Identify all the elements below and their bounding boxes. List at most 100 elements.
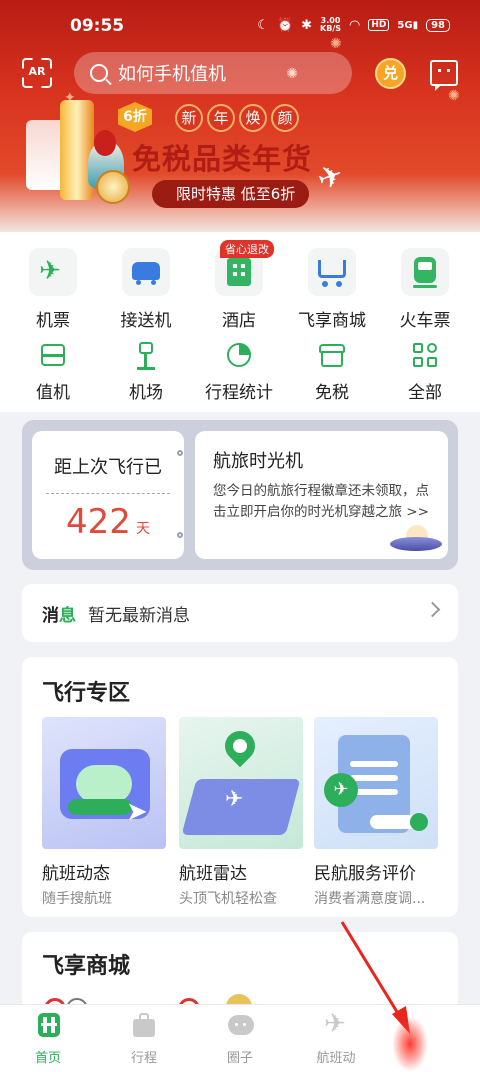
hd-indicator: HD xyxy=(368,19,390,31)
hotel-badge: 省心退改 xyxy=(220,240,274,258)
days-since-flight: 距上次飞行已 422 天 xyxy=(32,431,184,559)
network-speed-unit: KB/S xyxy=(320,24,342,33)
flight-time-machine-card[interactable]: 距上次飞行已 422 天 航旅时光机 您今日的航旅行程徽章还未领取，点击立即开启… xyxy=(22,420,458,570)
car-icon xyxy=(122,248,170,296)
ufo-icon xyxy=(388,523,444,555)
airplane-icon: ✈ xyxy=(324,1009,346,1039)
airplane-ticket-icon: ✈ xyxy=(29,248,77,296)
watch-image xyxy=(96,170,130,204)
service-airport[interactable]: 机场 xyxy=(103,340,189,403)
ribbon-char: 年 xyxy=(207,104,235,132)
flight-zone-title: 飞行专区 xyxy=(42,681,131,706)
service-label: 机场 xyxy=(129,383,163,403)
service-label: 酒店 xyxy=(222,311,256,331)
moon-icon: ☾ xyxy=(257,17,269,33)
service-label: 机票 xyxy=(36,311,70,331)
suitcase-icon xyxy=(130,1011,158,1039)
days-value: 422 xyxy=(66,502,131,542)
service-label: 飞享商城 xyxy=(298,311,366,331)
pie-chart-icon xyxy=(224,340,254,370)
service-grid: ✈ 机票 接送机 省心退改 酒店 飞享商城 火车票 值机 机场 行程统计 免税 … xyxy=(0,232,480,412)
shopping-cart-icon xyxy=(308,248,356,296)
card-sub: 消费者满意度调... xyxy=(314,891,426,907)
card-sub: 随手搜航班 xyxy=(42,891,112,907)
search-icon xyxy=(90,64,108,82)
divider xyxy=(46,493,170,494)
days-unit: 天 xyxy=(136,521,150,537)
status-time: 09:55 xyxy=(70,16,125,36)
time-machine-panel[interactable]: 航旅时光机 您今日的航旅行程徽章还未领取，点击立即开启你的时光机穿越之旅 >> xyxy=(195,431,448,559)
points-exchange-button[interactable]: 兑 xyxy=(375,58,406,89)
time-machine-title: 航旅时光机 xyxy=(213,451,303,472)
flight-radar-card[interactable]: ✈ 航班雷达 头顶飞机轻松查 xyxy=(179,717,303,908)
home-icon xyxy=(34,1011,62,1039)
grid-icon xyxy=(410,340,440,370)
service-all[interactable]: 全部 xyxy=(382,340,468,403)
nav-flight-status[interactable]: ✈ 航班动 xyxy=(296,1009,376,1066)
ticket-hook-icon xyxy=(177,532,183,538)
service-check-in[interactable]: 值机 xyxy=(10,340,96,403)
banner-ribbon: 新 年 焕 颜 xyxy=(175,104,299,132)
ar-scan-button[interactable]: AR xyxy=(20,56,54,90)
service-label: 免税 xyxy=(315,383,349,403)
flight-zone-section: 飞行专区 ➤ 航班动态 随手搜航班 ✈ 航班雷达 头顶飞机轻松查 ✈ 民航服务评… xyxy=(22,657,458,917)
service-flight-ticket[interactable]: ✈ 机票 xyxy=(10,248,96,331)
airport-icon xyxy=(131,340,161,370)
nav-home[interactable]: 首页 xyxy=(8,1011,88,1066)
chevron-right-icon xyxy=(424,601,441,618)
ribbon-char: 焕 xyxy=(239,104,267,132)
service-rating-card[interactable]: ✈ 民航服务评价 消费者满意度调... xyxy=(314,717,438,908)
flight-status-card[interactable]: ➤ 航班动态 随手搜航班 xyxy=(42,717,166,908)
nav-label: 行程 xyxy=(130,1051,157,1066)
signal-label: 5G xyxy=(397,19,413,31)
chat-bubble-icon xyxy=(226,1011,254,1039)
service-mall[interactable]: 飞享商城 xyxy=(289,248,375,331)
ar-label: AR xyxy=(28,65,46,78)
service-train[interactable]: 火车票 xyxy=(382,248,468,331)
service-label: 火车票 xyxy=(399,311,451,331)
battery-indicator: 98 xyxy=(426,18,450,32)
status-icons: ☾ ⏰ ✱ 3.00 KB/S ◠ HD 5G▮ 98 xyxy=(257,17,450,33)
service-duty-free[interactable]: 免税 xyxy=(289,340,375,403)
days-since-label: 距上次飞行已 xyxy=(54,457,162,478)
search-bar[interactable]: 如何手机值机 ✺ xyxy=(74,52,352,94)
train-icon xyxy=(401,248,449,296)
wifi-icon: ◠ xyxy=(349,17,361,33)
nav-label: 圈子 xyxy=(226,1051,253,1066)
news-bar[interactable]: 消 息 暂无最新消息 xyxy=(22,584,458,642)
message-icon[interactable] xyxy=(430,60,458,91)
ribbon-char: 颜 xyxy=(271,104,299,132)
news-label-accent: 息 xyxy=(59,605,76,626)
sparkle-icon: ✺ xyxy=(286,66,298,82)
airplane-decoration-icon: ✈ xyxy=(312,156,349,199)
nav-trip[interactable]: 行程 xyxy=(104,1011,184,1066)
time-machine-desc: 您今日的航旅行程徽章还未领取，点击立即开启你的时光机穿越之旅 >> xyxy=(213,483,429,520)
ticket-hook-icon xyxy=(177,450,183,456)
flight-status-illustration: ➤ xyxy=(42,717,166,849)
card-name: 民航服务评价 xyxy=(314,864,416,884)
status-bar: 09:55 ☾ ⏰ ✱ 3.00 KB/S ◠ HD 5G▮ 98 xyxy=(0,0,480,52)
service-label: 接送机 xyxy=(120,311,172,331)
service-trip-stats[interactable]: 行程统计 xyxy=(196,340,282,403)
header-banner-area: ✺ ✺ ✦ 09:55 ☾ ⏰ ✱ 3.00 KB/S ◠ HD 5G▮ 98 … xyxy=(0,0,480,232)
banner-subtitle: 限时特惠 低至6折 xyxy=(152,180,310,208)
service-rating-illustration: ✈ xyxy=(314,717,438,849)
service-airport-transfer[interactable]: 接送机 xyxy=(103,248,189,331)
ribbon-char: 新 xyxy=(175,104,203,132)
annotation-highlight xyxy=(392,1016,428,1072)
banner-title: 免税品类年货 xyxy=(132,142,313,176)
alarm-icon: ⏰ xyxy=(276,17,294,33)
nav-label: 首页 xyxy=(34,1051,61,1066)
network-speed: 3.00 KB/S xyxy=(320,17,341,33)
check-in-icon xyxy=(38,340,68,370)
product-image xyxy=(94,130,116,156)
news-text: 暂无最新消息 xyxy=(88,605,190,626)
service-hotel[interactable]: 省心退改 酒店 xyxy=(196,240,282,331)
search-placeholder: 如何手机值机 xyxy=(118,64,226,85)
service-label: 值机 xyxy=(36,383,70,403)
mall-title: 飞享商城 xyxy=(42,954,131,979)
card-sub: 头顶飞机轻松查 xyxy=(179,891,277,907)
nav-circle[interactable]: 圈子 xyxy=(200,1011,280,1066)
duty-free-store-icon xyxy=(317,340,347,370)
service-label: 全部 xyxy=(408,383,442,403)
